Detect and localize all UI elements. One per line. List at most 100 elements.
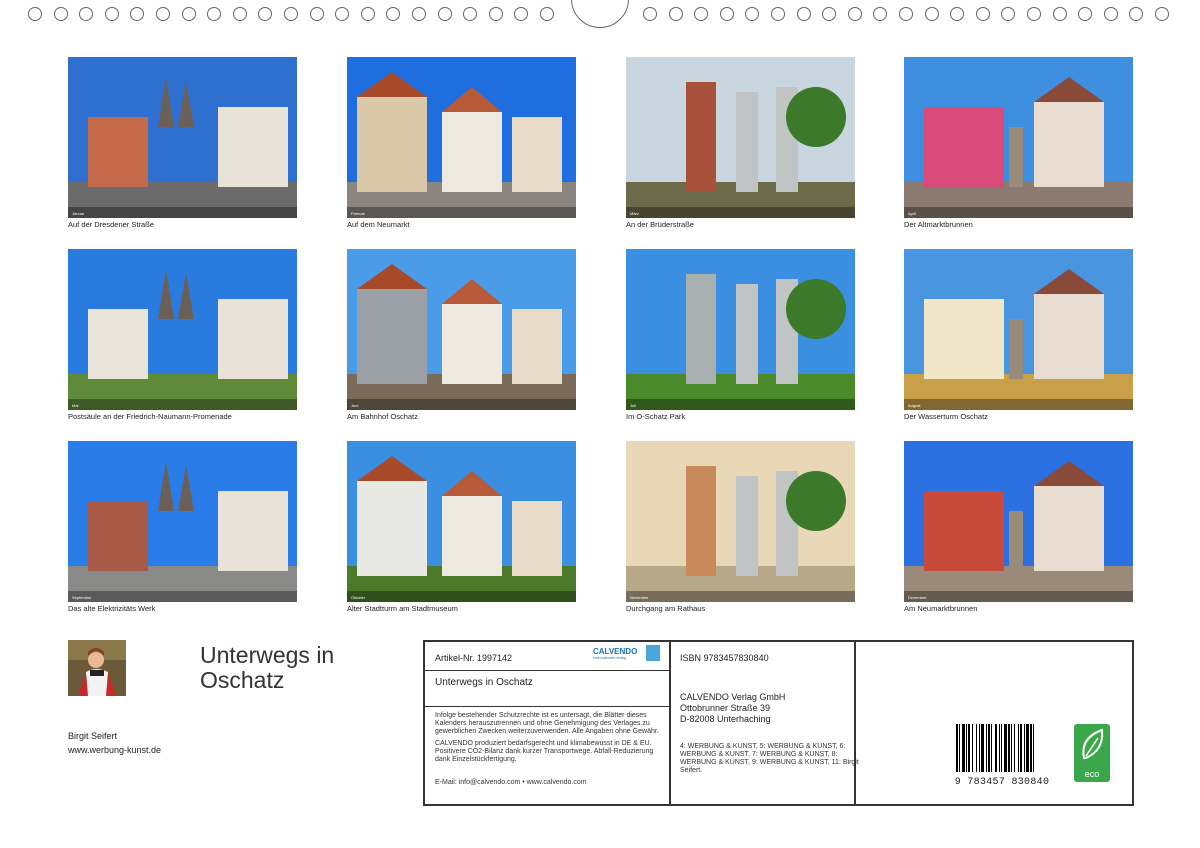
binding-hole [950, 7, 965, 21]
binding-hole [847, 7, 862, 21]
month-label: März [630, 211, 639, 216]
photo-image [904, 249, 1133, 410]
binding-hole [232, 7, 247, 21]
binding-hole [360, 7, 375, 21]
binding-hole [643, 7, 657, 21]
binding-hole [514, 7, 529, 21]
calendar-photo: August [904, 249, 1133, 410]
publisher-city: D-82008 Unterhaching [680, 714, 771, 724]
barcode-bars [956, 724, 1034, 772]
legal-notice: Infolge bestehender Schutzrechte ist es … [435, 712, 663, 787]
binding-hole [488, 7, 503, 21]
calendar-photo: Mai [68, 249, 297, 410]
divider [423, 706, 670, 707]
binding-hole [719, 7, 734, 21]
binding-hole [1078, 7, 1093, 21]
photo-caption: Durchgang am Rathaus [626, 604, 706, 613]
binding-hole [873, 7, 888, 21]
binding-hole [1001, 7, 1016, 21]
leaf-icon [1082, 728, 1104, 759]
photo-caption: An der Brüderstraße [626, 220, 694, 229]
month-label: Oktober [351, 595, 366, 600]
binding-hole [796, 7, 811, 21]
month-label: April [908, 211, 917, 216]
photo-caption: Das alte Elektrizitäts Werk [68, 604, 156, 613]
month-label: Juli [630, 403, 637, 408]
calendar-photo: Januar [68, 57, 297, 218]
calvendo-logo-tagline: mein kalender-verlag [593, 656, 626, 660]
product-title: Unterwegs in Oschatz [435, 677, 533, 688]
photo-credits: 4: WERBUNG & KUNST, 5: WERBUNG & KUNST, … [680, 743, 859, 774]
binding-hole [335, 7, 350, 21]
binding-hole [771, 7, 785, 21]
photo-image [347, 249, 576, 410]
month-label: Mai [72, 403, 79, 408]
binding-hole [53, 7, 68, 21]
photo-image [626, 441, 855, 602]
photo-image [68, 57, 297, 218]
binding-hole [1027, 7, 1041, 21]
calendar-photo: September [68, 441, 297, 602]
month-label: Januar [72, 211, 85, 216]
publisher-name: CALVENDO Verlag GmbH [680, 692, 786, 702]
binding-hole [181, 7, 196, 21]
divider [423, 670, 670, 671]
isbn: ISBN 9783457830840 [680, 653, 769, 663]
binding-hole [975, 7, 990, 21]
divider [669, 640, 671, 804]
divider [854, 640, 856, 804]
binding-hole [463, 7, 478, 21]
legal-text-1: Infolge bestehender Schutzrechte ist es … [435, 712, 659, 735]
binding-hole [309, 7, 324, 21]
artikel-number: Artikel-Nr. 1997142 [435, 653, 513, 663]
binding-hole [1155, 7, 1169, 21]
binding-hole [412, 7, 426, 21]
contact-line: E-Mail: info@calvendo.com • www.calvendo… [435, 779, 587, 786]
author-info: Birgit Seifert www.werbung-kunst.de [68, 729, 161, 757]
publisher-address: CALVENDO Verlag GmbH Ottobrunner Straße … [680, 692, 785, 725]
binding-hole [540, 7, 554, 21]
photo-image [626, 249, 855, 410]
calendar-title: Unterwegs in Oschatz [200, 643, 334, 693]
binding-hole [386, 7, 401, 21]
binding-hole [899, 7, 913, 21]
photo-caption: Am Neumarktbrunnen [904, 604, 978, 613]
binding-hole [822, 7, 837, 21]
title-line-2: Oschatz [200, 667, 285, 693]
photo-image [68, 249, 297, 410]
binding-hole [694, 7, 709, 21]
photo-image [904, 441, 1133, 602]
barcode-digits: 9 783457 830840 [954, 777, 1050, 788]
binding-hole [79, 7, 94, 21]
binding-hole [284, 7, 298, 21]
photo-caption: Am Bahnhof Oschatz [347, 412, 418, 421]
binding-hole [1052, 7, 1067, 21]
month-label: Dezember [908, 595, 927, 600]
calendar-photo: Juni [347, 249, 576, 410]
photo-image [904, 57, 1133, 218]
photo-caption: Der Altmarktbrunnen [904, 220, 973, 229]
photo-caption: Auf der Dresdener Straße [68, 220, 154, 229]
photo-image [626, 57, 855, 218]
binding-hole [207, 7, 222, 21]
barcode: 9 783457 830840 [952, 724, 1052, 788]
photo-caption: Postsäule an der Friedrich-Naumann-Prome… [68, 412, 232, 421]
binding-hole [1103, 7, 1118, 21]
month-label: August [908, 403, 921, 408]
binding-hole [924, 7, 939, 21]
month-label: Februar [351, 211, 366, 216]
photo-image [347, 441, 576, 602]
author-url[interactable]: www.werbung-kunst.de [68, 743, 161, 757]
photo-caption: Auf dem Neumarkt [347, 220, 410, 229]
month-label: Juni [351, 403, 359, 408]
calendar-photo: November [626, 441, 855, 602]
title-line-1: Unterwegs in [200, 642, 335, 668]
binding-hole [258, 7, 273, 21]
eco-label: eco [1084, 769, 1100, 779]
calendar-photo: April [904, 57, 1133, 218]
binding-hole [130, 7, 145, 21]
binding-hole [668, 7, 683, 21]
photo-caption: Im O-Schatz Park [626, 412, 686, 421]
eco-badge: eco [1074, 724, 1110, 782]
publisher-street: Ottobrunner Straße 39 [680, 703, 771, 713]
